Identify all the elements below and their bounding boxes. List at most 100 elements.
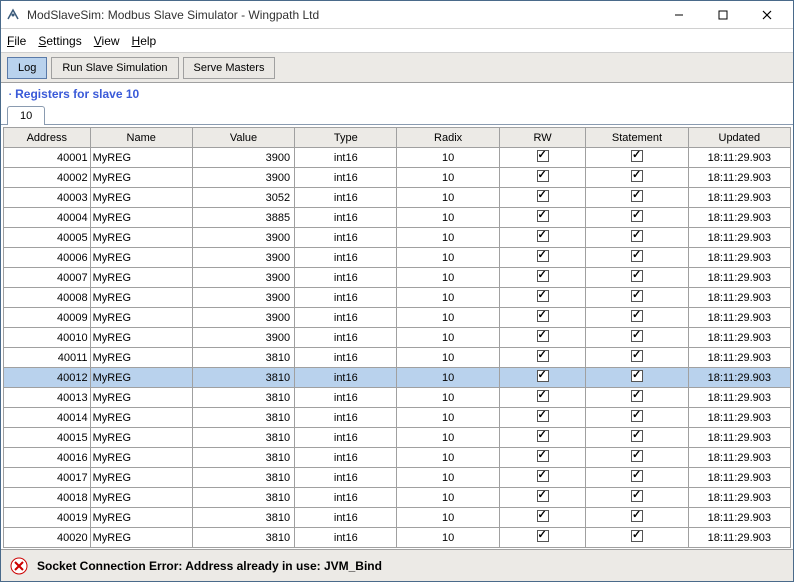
cell-rw[interactable] (499, 348, 586, 368)
cell-rw[interactable] (499, 148, 586, 168)
cell-value[interactable]: 3900 (192, 308, 294, 328)
table-row[interactable]: 40011MyREG3810int161018:11:29.903 (4, 348, 791, 368)
table-row[interactable]: 40015MyREG3810int161018:11:29.903 (4, 428, 791, 448)
cell-rw[interactable] (499, 228, 586, 248)
cell-address[interactable]: 40002 (4, 168, 91, 188)
cell-statement[interactable] (586, 528, 688, 548)
cell-value[interactable]: 3900 (192, 328, 294, 348)
statement-checkbox[interactable] (631, 490, 643, 502)
cell-statement[interactable] (586, 468, 688, 488)
cell-statement[interactable] (586, 408, 688, 428)
col-statement[interactable]: Statement (586, 128, 688, 148)
statement-checkbox[interactable] (631, 470, 643, 482)
menu-help[interactable]: Help (132, 34, 157, 48)
table-row[interactable]: 40002MyREG3900int161018:11:29.903 (4, 168, 791, 188)
table-row[interactable]: 40006MyREG3900int161018:11:29.903 (4, 248, 791, 268)
cell-value[interactable]: 3900 (192, 248, 294, 268)
cell-type[interactable]: int16 (295, 508, 397, 528)
cell-type[interactable]: int16 (295, 348, 397, 368)
statement-checkbox[interactable] (631, 390, 643, 402)
rw-checkbox[interactable] (537, 410, 549, 422)
cell-updated[interactable]: 18:11:29.903 (688, 168, 790, 188)
rw-checkbox[interactable] (537, 450, 549, 462)
cell-name[interactable]: MyREG (90, 228, 192, 248)
cell-address[interactable]: 40010 (4, 328, 91, 348)
cell-rw[interactable] (499, 368, 586, 388)
cell-updated[interactable]: 18:11:29.903 (688, 268, 790, 288)
cell-radix[interactable]: 10 (397, 328, 499, 348)
cell-value[interactable]: 3810 (192, 488, 294, 508)
rw-checkbox[interactable] (537, 490, 549, 502)
cell-address[interactable]: 40015 (4, 428, 91, 448)
menu-view[interactable]: View (94, 34, 120, 48)
cell-name[interactable]: MyREG (90, 308, 192, 328)
cell-type[interactable]: int16 (295, 328, 397, 348)
cell-address[interactable]: 40001 (4, 148, 91, 168)
cell-radix[interactable]: 10 (397, 388, 499, 408)
cell-rw[interactable] (499, 288, 586, 308)
statement-checkbox[interactable] (631, 530, 643, 542)
rw-checkbox[interactable] (537, 470, 549, 482)
cell-address[interactable]: 40018 (4, 488, 91, 508)
statement-checkbox[interactable] (631, 450, 643, 462)
cell-radix[interactable]: 10 (397, 228, 499, 248)
statement-checkbox[interactable] (631, 510, 643, 522)
cell-rw[interactable] (499, 168, 586, 188)
cell-updated[interactable]: 18:11:29.903 (688, 188, 790, 208)
cell-address[interactable]: 40005 (4, 228, 91, 248)
cell-type[interactable]: int16 (295, 168, 397, 188)
cell-rw[interactable] (499, 248, 586, 268)
cell-radix[interactable]: 10 (397, 448, 499, 468)
log-button[interactable]: Log (7, 57, 47, 79)
cell-address[interactable]: 40007 (4, 268, 91, 288)
cell-type[interactable]: int16 (295, 408, 397, 428)
serve-masters-button[interactable]: Serve Masters (183, 57, 276, 79)
rw-checkbox[interactable] (537, 350, 549, 362)
cell-rw[interactable] (499, 388, 586, 408)
rw-checkbox[interactable] (537, 150, 549, 162)
cell-type[interactable]: int16 (295, 188, 397, 208)
cell-statement[interactable] (586, 508, 688, 528)
minimize-button[interactable] (657, 4, 701, 26)
cell-statement[interactable] (586, 428, 688, 448)
cell-statement[interactable] (586, 168, 688, 188)
cell-radix[interactable]: 10 (397, 148, 499, 168)
cell-address[interactable]: 40013 (4, 388, 91, 408)
cell-name[interactable]: MyREG (90, 148, 192, 168)
table-row[interactable]: 40004MyREG3885int161018:11:29.903 (4, 208, 791, 228)
cell-radix[interactable]: 10 (397, 468, 499, 488)
cell-updated[interactable]: 18:11:29.903 (688, 488, 790, 508)
cell-type[interactable]: int16 (295, 468, 397, 488)
rw-checkbox[interactable] (537, 270, 549, 282)
cell-name[interactable]: MyREG (90, 468, 192, 488)
cell-type[interactable]: int16 (295, 308, 397, 328)
table-row[interactable]: 40008MyREG3900int161018:11:29.903 (4, 288, 791, 308)
cell-value[interactable]: 3900 (192, 148, 294, 168)
cell-radix[interactable]: 10 (397, 368, 499, 388)
cell-statement[interactable] (586, 148, 688, 168)
cell-value[interactable]: 3900 (192, 268, 294, 288)
cell-updated[interactable]: 18:11:29.903 (688, 388, 790, 408)
tab-slave[interactable]: 10 (7, 106, 45, 125)
statement-checkbox[interactable] (631, 250, 643, 262)
cell-type[interactable]: int16 (295, 148, 397, 168)
cell-radix[interactable]: 10 (397, 488, 499, 508)
cell-statement[interactable] (586, 248, 688, 268)
cell-value[interactable]: 3900 (192, 168, 294, 188)
cell-name[interactable]: MyREG (90, 188, 192, 208)
cell-name[interactable]: MyREG (90, 348, 192, 368)
cell-value[interactable]: 3052 (192, 188, 294, 208)
cell-value[interactable]: 3810 (192, 468, 294, 488)
cell-updated[interactable]: 18:11:29.903 (688, 148, 790, 168)
statement-checkbox[interactable] (631, 270, 643, 282)
cell-statement[interactable] (586, 328, 688, 348)
cell-radix[interactable]: 10 (397, 528, 499, 548)
close-button[interactable] (745, 4, 789, 26)
rw-checkbox[interactable] (537, 250, 549, 262)
table-row[interactable]: 40009MyREG3900int161018:11:29.903 (4, 308, 791, 328)
cell-value[interactable]: 3810 (192, 448, 294, 468)
rw-checkbox[interactable] (537, 190, 549, 202)
table-row[interactable]: 40017MyREG3810int161018:11:29.903 (4, 468, 791, 488)
cell-type[interactable]: int16 (295, 388, 397, 408)
cell-rw[interactable] (499, 268, 586, 288)
